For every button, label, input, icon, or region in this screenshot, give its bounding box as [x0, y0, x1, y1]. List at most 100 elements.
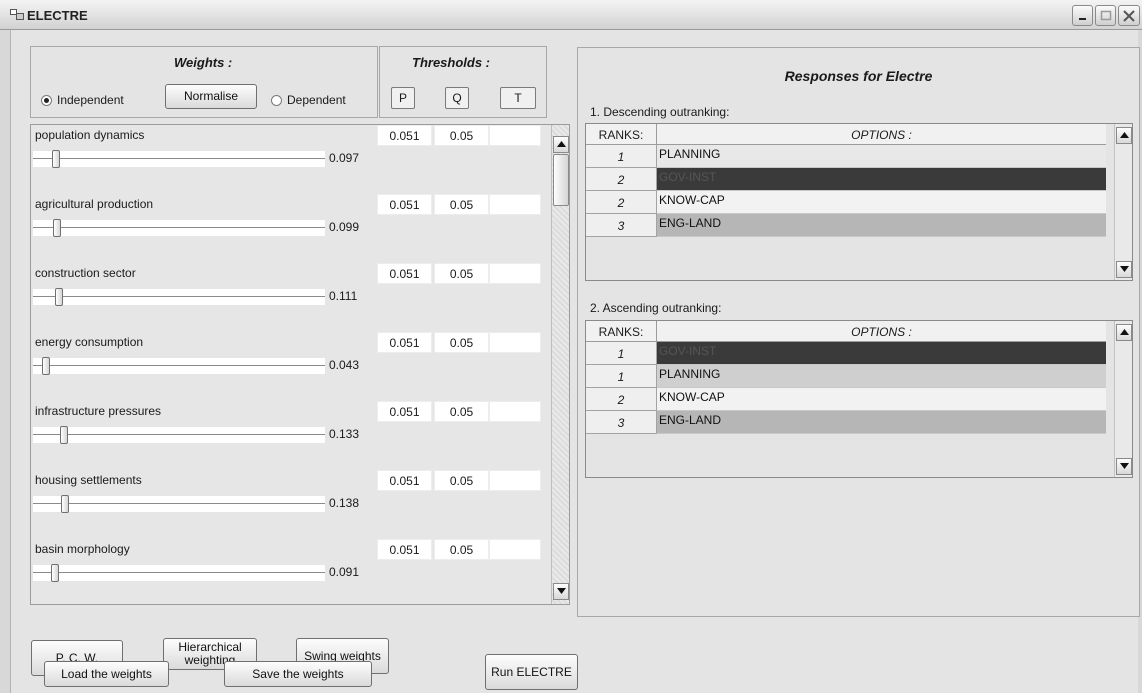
arrow-up-icon [1120, 329, 1129, 335]
weight-slider-thumb[interactable] [42, 357, 50, 375]
weights-group: Weights : Independent Normalise Dependen… [30, 46, 378, 118]
asc-scroll-up[interactable] [1116, 324, 1132, 341]
option-cell: KNOW-CAP [657, 388, 1106, 411]
threshold-q-field[interactable]: 0.05 [434, 194, 489, 215]
option-cell: GOV-INST [657, 342, 1106, 365]
rank-cell: 2 [586, 191, 657, 214]
weight-value: 0.043 [329, 358, 360, 372]
radio-dependent-label: Dependent [287, 93, 346, 107]
ranking-row[interactable]: 1 PLANNING [586, 365, 1106, 388]
load-weights-button[interactable]: Load the weights [44, 661, 169, 687]
window-frame-left [0, 30, 11, 693]
weight-slider-thumb[interactable] [52, 150, 60, 168]
option-cell: GOV-INST [657, 168, 1106, 191]
threshold-p-field[interactable]: 0.051 [377, 194, 432, 215]
criterion-name: energy consumption [35, 335, 144, 349]
weight-slider-thumb[interactable] [51, 564, 59, 582]
threshold-q-field[interactable]: 0.05 [434, 332, 489, 353]
criteria-scrollbar[interactable] [551, 125, 569, 604]
criterion-name: housing settlements [35, 473, 142, 487]
close-icon [1123, 10, 1135, 22]
weight-slider-thumb[interactable] [60, 426, 68, 444]
weight-slider-thumb[interactable] [61, 495, 69, 513]
close-button[interactable] [1118, 5, 1140, 26]
desc-scroll-up[interactable] [1116, 127, 1132, 144]
weight-slider-thumb[interactable] [53, 219, 61, 237]
threshold-t-field[interactable] [489, 401, 541, 422]
threshold-p-field[interactable]: 0.051 [377, 470, 432, 491]
ranking-row[interactable]: 3 ENG-LAND [586, 411, 1106, 434]
threshold-q-field[interactable]: 0.05 [434, 263, 489, 284]
threshold-p-field[interactable]: 0.051 [377, 125, 432, 146]
ranking-row[interactable]: 1 GOV-INST [586, 342, 1106, 365]
title-bar: ELECTRE [0, 0, 1142, 30]
threshold-p-field[interactable]: 0.051 [377, 401, 432, 422]
weight-slider-track [33, 365, 325, 367]
responses-title: Responses for Electre [784, 68, 933, 84]
ranking-row[interactable]: 2 GOV-INST [586, 168, 1106, 191]
threshold-t-field[interactable] [489, 470, 541, 491]
threshold-t-button[interactable]: T [500, 87, 536, 109]
scroll-thumb[interactable] [553, 154, 569, 206]
option-cell: PLANNING [657, 365, 1106, 388]
run-electre-button[interactable]: Run ELECTRE [485, 654, 578, 690]
normalise-button[interactable]: Normalise [165, 84, 257, 109]
ascending-scrollbar[interactable] [1114, 321, 1132, 477]
threshold-p-field[interactable]: 0.051 [377, 539, 432, 560]
ranking-row[interactable]: 2 KNOW-CAP [586, 388, 1106, 411]
threshold-t-field[interactable] [489, 263, 541, 284]
arrow-down-icon [557, 588, 566, 594]
arrow-up-icon [1120, 132, 1129, 138]
ranking-row[interactable]: 2 KNOW-CAP [586, 191, 1106, 214]
threshold-q-field[interactable]: 0.05 [434, 539, 489, 560]
rank-cell: 3 [586, 411, 657, 434]
ranking-row[interactable]: 1 PLANNING [586, 145, 1106, 168]
threshold-t-field[interactable] [489, 194, 541, 215]
criterion-row: basin morphology 0.091 0.051 0.05 [31, 539, 551, 604]
threshold-q-field[interactable]: 0.05 [434, 125, 489, 146]
weight-slider-thumb[interactable] [55, 288, 63, 306]
threshold-t-field[interactable] [489, 539, 541, 560]
criterion-name: infrastructure pressures [35, 404, 162, 418]
ranking-row[interactable]: 3 ENG-LAND [586, 214, 1106, 237]
criterion-row: population dynamics 0.097 0.051 0.05 [31, 125, 551, 194]
threshold-t-field[interactable] [489, 125, 541, 146]
criterion-row: housing settlements 0.138 0.051 0.05 [31, 470, 551, 539]
criterion-name: agricultural production [35, 197, 154, 211]
scroll-down-button[interactable] [553, 583, 569, 600]
threshold-p-button[interactable]: P [391, 87, 415, 109]
responses-panel: Responses for Electre 1. Descending outr… [577, 47, 1140, 617]
weight-slider-track [33, 227, 325, 229]
weight-value: 0.097 [329, 151, 360, 165]
threshold-p-field[interactable]: 0.051 [377, 263, 432, 284]
scroll-up-button[interactable] [553, 136, 569, 153]
thresholds-header: Thresholds : [412, 55, 491, 70]
rank-cell: 1 [586, 342, 657, 365]
ascending-col-options: OPTIONS : [657, 321, 1106, 342]
threshold-q-field[interactable]: 0.05 [434, 401, 489, 422]
radio-independent[interactable]: Independent [41, 93, 124, 107]
criteria-panel: population dynamics 0.097 0.051 0.05 agricul… [30, 124, 570, 605]
maximize-button[interactable] [1095, 5, 1116, 26]
descending-grid: RANKS: OPTIONS : 1 PLANNING 2 GOV-INST 2 KNOW… [585, 123, 1133, 281]
rank-cell: 1 [586, 145, 657, 168]
rank-cell: 1 [586, 365, 657, 388]
asc-scroll-down[interactable] [1116, 458, 1132, 475]
threshold-q-button[interactable]: Q [445, 87, 469, 109]
option-cell: KNOW-CAP [657, 191, 1106, 214]
arrow-down-icon [1120, 463, 1129, 469]
weight-slider-track [33, 503, 325, 505]
option-cell: PLANNING [657, 145, 1106, 168]
descending-scrollbar[interactable] [1114, 124, 1132, 280]
threshold-p-field[interactable]: 0.051 [377, 332, 432, 353]
desc-scroll-down[interactable] [1116, 261, 1132, 278]
threshold-t-field[interactable] [489, 332, 541, 353]
threshold-q-field[interactable]: 0.05 [434, 470, 489, 491]
maximize-icon [1100, 10, 1112, 21]
criterion-row: energy consumption 0.043 0.051 0.05 [31, 332, 551, 401]
save-weights-button[interactable]: Save the weights [224, 661, 372, 687]
radio-independent-label: Independent [57, 93, 124, 107]
option-cell: ENG-LAND [657, 411, 1106, 434]
minimize-button[interactable] [1072, 5, 1093, 26]
radio-dependent[interactable]: Dependent [271, 93, 346, 107]
